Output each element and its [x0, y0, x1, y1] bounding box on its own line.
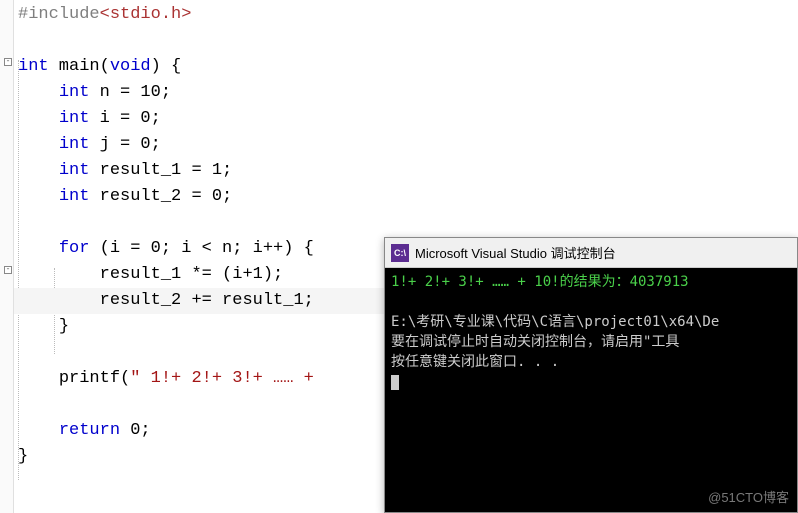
directive: #include [18, 5, 100, 24]
code-text: n = 10; [89, 83, 171, 102]
code-text: result_2 = 0; [89, 187, 232, 206]
code-text: 0; [120, 421, 151, 440]
keyword: int [59, 187, 90, 206]
console-titlebar[interactable]: C:\ Microsoft Visual Studio 调试控制台 [385, 238, 797, 268]
editor-gutter: - - [0, 0, 14, 513]
keyword: int [59, 83, 90, 102]
punct: } [18, 447, 28, 466]
punct: ) { [151, 57, 182, 76]
code-line[interactable]: int result_1 = 1; [14, 158, 798, 184]
code-text: j = 0; [89, 135, 160, 154]
keyword: int [59, 109, 90, 128]
fold-marker[interactable]: - [4, 266, 12, 274]
code-text: result_1 = 1; [89, 161, 232, 180]
keyword: int [18, 57, 49, 76]
keyword: return [59, 421, 120, 440]
icon-text: C:\ [394, 248, 406, 258]
code-line[interactable]: int result_2 = 0; [14, 184, 798, 210]
console-line: 要在调试停止时自动关闭控制台，请启用"工具 [391, 334, 679, 350]
keyword: int [59, 161, 90, 180]
vs-icon: C:\ [391, 244, 409, 262]
code-line[interactable]: int n = 10; [14, 80, 798, 106]
watermark: @51CTO博客 [708, 487, 789, 506]
cursor [391, 375, 399, 390]
code-line[interactable]: int i = 0; [14, 106, 798, 132]
punct: } [59, 317, 69, 336]
string-literal: " 1!+ 2!+ 3!+ …… + [130, 369, 314, 388]
keyword: for [59, 239, 90, 258]
punct: ( [120, 369, 130, 388]
code-text: (i = 0; i < n; i++) { [89, 239, 313, 258]
keyword: int [59, 135, 90, 154]
code-line[interactable] [14, 28, 798, 54]
code-line[interactable]: int j = 0; [14, 132, 798, 158]
console-output[interactable]: 1!+ 2!+ 3!+ …… + 10!的结果为：4037913 E:\考研\专… [385, 268, 797, 396]
console-line: 1!+ 2!+ 3!+ …… + 10!的结果为：4037913 [391, 274, 689, 290]
console-title: Microsoft Visual Studio 调试控制台 [415, 243, 616, 262]
func-name: main [49, 57, 100, 76]
code-text: result_1 *= (i+1); [100, 265, 284, 284]
debug-console-window[interactable]: C:\ Microsoft Visual Studio 调试控制台 1!+ 2!… [384, 237, 798, 513]
punct: ( [100, 57, 110, 76]
console-line: 按任意键关闭此窗口. . . [391, 354, 559, 370]
fold-marker[interactable]: - [4, 58, 12, 66]
code-text: result_2 += result_1; [100, 291, 314, 310]
code-line[interactable]: int main(void) { [14, 54, 798, 80]
code-line[interactable] [14, 210, 798, 236]
func-call: printf [59, 369, 120, 388]
console-line: E:\考研\专业课\代码\C语言\project01\x64\De [391, 314, 719, 330]
code-text: i = 0; [89, 109, 160, 128]
code-line[interactable]: #include<stdio.h> [14, 2, 798, 28]
include-header: <stdio.h> [100, 5, 192, 24]
keyword: void [110, 57, 151, 76]
